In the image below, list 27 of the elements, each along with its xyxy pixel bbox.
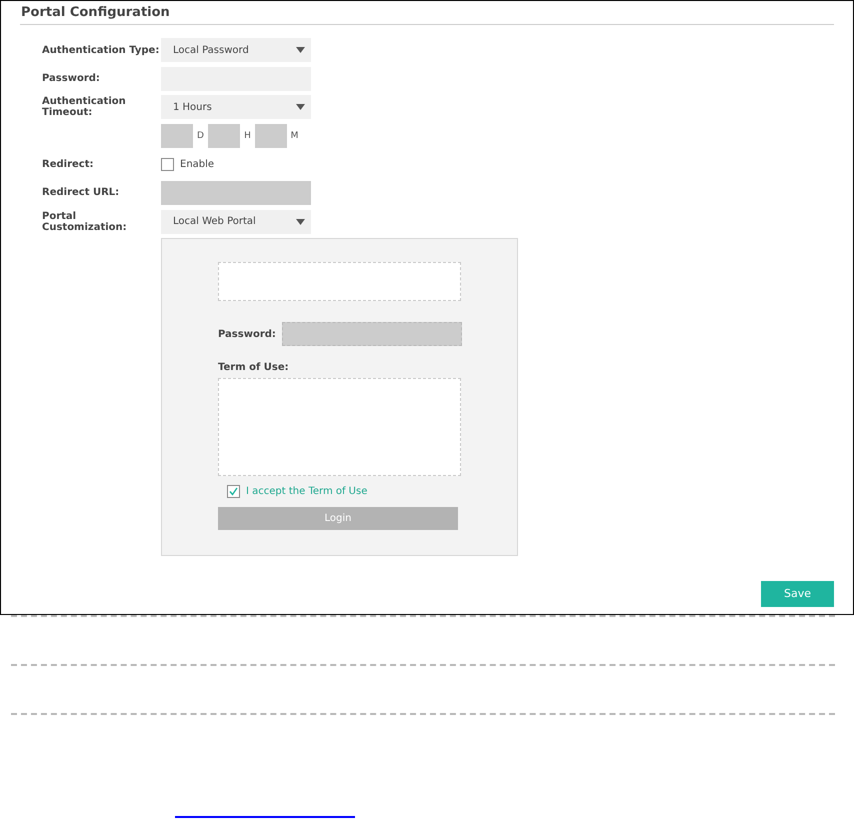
field-label: Term of Use: — [218, 362, 290, 374]
unit-label: D — [196, 130, 205, 141]
field-label: Redirect URL: — [41, 187, 120, 198]
section-title: Portal Configuration — [20, 4, 171, 22]
input-field[interactable] — [282, 322, 462, 346]
dropdown[interactable]: 1 Hours — [161, 95, 311, 120]
dropdown[interactable]: Local Web Portal — [161, 210, 311, 234]
caret-icon — [296, 104, 305, 110]
checkbox-label: Enable — [180, 158, 214, 170]
link-underline[interactable] — [175, 816, 355, 818]
input-field[interactable] — [208, 124, 240, 148]
checkbox[interactable] — [227, 485, 240, 498]
caret-icon — [296, 47, 305, 53]
field-label: Authentication Timeout: — [41, 96, 127, 118]
caret-icon — [296, 218, 305, 225]
unit-label: M — [290, 130, 300, 141]
unit-label: H — [243, 130, 252, 141]
field-label: Authentication Type: — [41, 44, 160, 56]
checkbox[interactable] — [161, 158, 174, 171]
field-label: Password: — [218, 328, 276, 340]
field-label: Portal Customization: — [41, 210, 128, 233]
dropdown[interactable]: Local Password — [161, 38, 311, 62]
input-field[interactable] — [255, 124, 287, 148]
checkbox-label: I accept the Term of Use — [246, 486, 368, 498]
field-label: Password: — [41, 73, 101, 84]
input-field[interactable] — [161, 124, 193, 148]
field-label: Redirect: — [41, 158, 94, 170]
